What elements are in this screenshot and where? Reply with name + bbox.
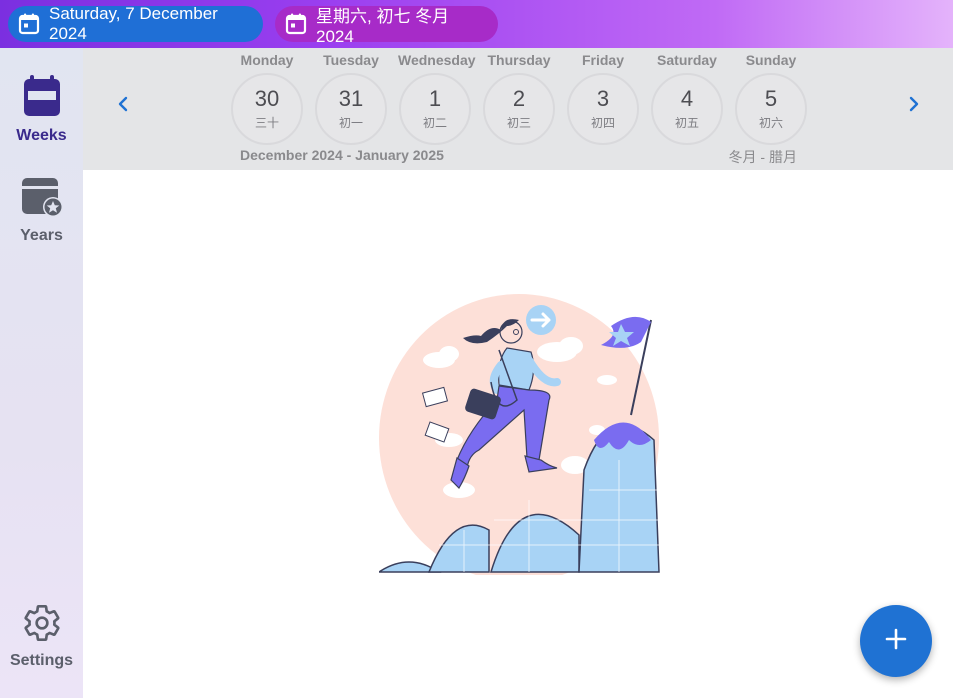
day-lunar: 初五 — [674, 116, 699, 130]
chevron-right-icon — [908, 96, 920, 117]
day-circle[interactable]: 5 初六 — [735, 73, 807, 145]
day-cell-friday[interactable]: Friday 3 初四 — [566, 48, 640, 145]
previous-week-button[interactable] — [111, 94, 135, 118]
day-lunar: 初一 — [338, 116, 363, 130]
week-strip: Monday 30 三十 Tuesday 31 初一 Wednesday 1 初… — [83, 48, 953, 170]
gear-icon — [0, 603, 83, 648]
day-lunar: 初二 — [422, 116, 447, 130]
day-number: 3 — [596, 86, 610, 111]
next-week-button[interactable] — [902, 94, 926, 118]
gregorian-date-chip[interactable]: Saturday, 7 December 2024 — [8, 4, 263, 43]
day-cell-saturday[interactable]: Saturday 4 初五 — [650, 48, 724, 145]
day-cell-wednesday[interactable]: Wednesday 1 初二 — [398, 48, 476, 145]
day-name: Saturday — [657, 52, 717, 68]
day-number: 5 — [764, 86, 778, 111]
calendar-week-icon — [0, 74, 83, 123]
day-lunar: 三十 — [254, 116, 279, 130]
day-name: Thursday — [487, 52, 551, 68]
day-number: 4 — [680, 86, 694, 111]
sidebar-item-label: Years — [20, 227, 63, 244]
chevron-left-icon — [117, 96, 129, 117]
day-circle[interactable]: 30 三十 — [231, 73, 303, 145]
sidebar-item-label: Settings — [9, 652, 74, 669]
day-cell-sunday[interactable]: Sunday 5 初六 — [734, 48, 808, 145]
sidebar-item-label: Weeks — [16, 127, 67, 144]
day-cell-thursday[interactable]: Thursday 2 初三 — [482, 48, 556, 145]
lunar-month-range: 冬月 - 腊月 — [728, 149, 797, 165]
calendar-star-icon — [0, 176, 83, 223]
day-number: 31 — [338, 86, 364, 111]
day-number: 2 — [512, 86, 526, 111]
events-content-area — [83, 170, 953, 698]
day-number: 1 — [428, 86, 442, 111]
day-circle[interactable]: 31 初一 — [315, 73, 387, 145]
day-circle[interactable]: 3 初四 — [567, 73, 639, 145]
day-lunar: 初四 — [590, 116, 615, 130]
day-name: Wednesday — [398, 52, 476, 68]
day-cell-monday[interactable]: Monday 30 三十 — [230, 48, 304, 145]
sidebar-item-years[interactable]: Years — [0, 176, 83, 245]
day-number: 30 — [254, 86, 280, 111]
sidebar: Weeks Years Settings — [0, 48, 83, 698]
calendar-icon — [284, 12, 308, 36]
day-name: Sunday — [745, 52, 797, 68]
sidebar-item-weeks[interactable]: Weeks — [0, 74, 83, 145]
day-cell-tuesday[interactable]: Tuesday 31 初一 — [314, 48, 388, 145]
day-lunar: 初三 — [506, 116, 531, 130]
day-name: Friday — [581, 52, 624, 68]
day-lunar: 初六 — [758, 116, 783, 130]
day-circle[interactable]: 4 初五 — [651, 73, 723, 145]
lunar-date-text: 星期六, 初七 冬月 2024 — [316, 6, 450, 46]
calendar-icon — [17, 12, 41, 36]
empty-state-illustration — [376, 290, 675, 582]
day-circle[interactable]: 2 初三 — [483, 73, 555, 145]
top-bar: Saturday, 7 December 2024 星期六, 初七 冬月 202… — [0, 0, 953, 48]
sidebar-item-settings[interactable]: Settings — [0, 603, 83, 670]
lunar-date-chip[interactable]: 星期六, 初七 冬月 2024 — [275, 6, 498, 46]
gregorian-month-range: December 2024 - January 2025 — [240, 147, 444, 163]
add-event-button[interactable] — [860, 605, 932, 677]
plus-icon — [884, 627, 908, 656]
day-name: Tuesday — [323, 52, 379, 68]
day-circle[interactable]: 1 初二 — [399, 73, 471, 145]
day-name: Monday — [240, 52, 294, 68]
gregorian-date-text: Saturday, 7 December 2024 — [49, 4, 218, 43]
